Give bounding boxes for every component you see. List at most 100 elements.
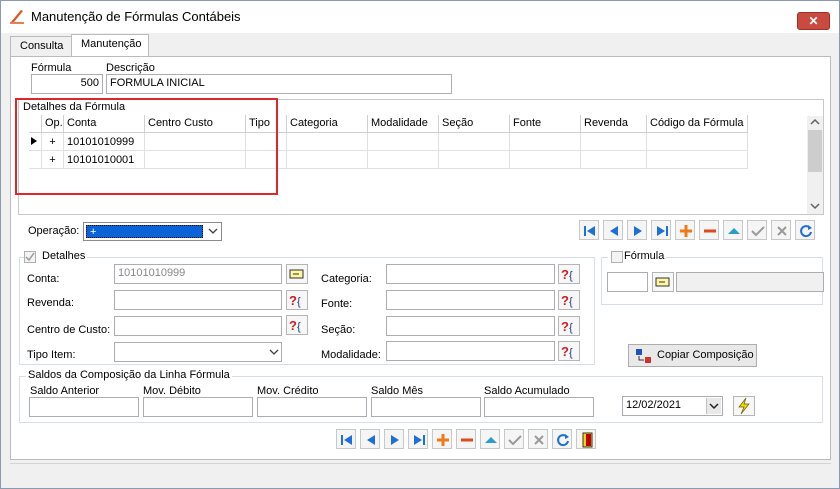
date-dropdown-button[interactable] xyxy=(706,398,721,414)
nav-first-button[interactable] xyxy=(336,429,356,449)
nav-first-icon xyxy=(341,435,352,445)
grid-header-codigo-formula[interactable]: Código da Fórmula xyxy=(647,115,748,133)
chevron-down-icon xyxy=(208,228,218,234)
mov-debito-label: Mov. Débito xyxy=(143,385,201,397)
refresh-saldos-button[interactable] xyxy=(733,396,755,416)
cell-modalidade xyxy=(368,133,439,151)
cell-codigo-formula xyxy=(647,133,748,151)
revenda-field[interactable] xyxy=(114,290,282,310)
nav-edit-button[interactable] xyxy=(723,220,743,240)
nav-delete-icon xyxy=(704,229,716,233)
formula-field[interactable]: 500 xyxy=(31,74,103,94)
conta-search-button[interactable] xyxy=(286,264,308,284)
nav-post-button[interactable] xyxy=(504,429,524,449)
chevron-down-icon xyxy=(269,349,279,355)
svg-text:?: ? xyxy=(561,293,569,308)
nav-next-button[interactable] xyxy=(627,220,647,240)
conta-field[interactable]: 10101010999 xyxy=(114,264,282,284)
saldo-mes-field[interactable] xyxy=(371,397,481,417)
nav-exit-icon xyxy=(582,432,593,448)
nav-post-button[interactable] xyxy=(747,220,767,240)
copy-composition-icon xyxy=(636,349,651,363)
grid-header-secao[interactable]: Seção xyxy=(439,115,510,133)
nav-cancel-button[interactable] xyxy=(528,429,548,449)
svg-text:?: ? xyxy=(289,293,297,308)
conta-label: Conta: xyxy=(27,273,60,285)
modalidade-label: Modalidade: xyxy=(321,349,381,361)
scroll-thumb[interactable] xyxy=(808,130,822,172)
tab-consulta-label: Consulta xyxy=(20,40,64,52)
nav-last-button[interactable] xyxy=(408,429,428,449)
centro-custo-field[interactable] xyxy=(114,316,282,336)
descricao-field[interactable]: FORMULA INICIAL xyxy=(106,74,452,94)
categoria-field[interactable] xyxy=(386,264,555,284)
date-picker[interactable]: 12/02/2021 xyxy=(622,396,723,416)
scroll-up-icon[interactable] xyxy=(807,116,823,128)
nav-delete-button[interactable] xyxy=(456,429,476,449)
nav-insert-button[interactable] xyxy=(675,220,695,240)
formula-search-button[interactable] xyxy=(652,272,674,292)
nav-edit-button[interactable] xyxy=(480,429,500,449)
tab-manutencao[interactable]: Manutenção xyxy=(71,34,149,57)
grid-header-categoria[interactable]: Categoria xyxy=(287,115,368,133)
nav-cancel-icon xyxy=(777,226,787,236)
revenda-lookup-button[interactable]: ?{ xyxy=(286,290,308,310)
nav-post-icon xyxy=(751,226,765,237)
tipo-item-select[interactable] xyxy=(114,342,282,362)
svg-text:{: { xyxy=(569,322,573,334)
date-value: 12/02/2021 xyxy=(626,399,682,411)
nav-next-button[interactable] xyxy=(384,429,404,449)
formula-checkbox[interactable] xyxy=(611,251,623,263)
categoria-lookup-button[interactable]: ?{ xyxy=(558,264,580,284)
svg-text:?: ? xyxy=(561,319,569,334)
grid-header-modalidade[interactable]: Modalidade xyxy=(368,115,439,133)
grid-header-fonte[interactable]: Fonte xyxy=(510,115,581,133)
modalidade-field[interactable] xyxy=(386,341,555,361)
nav-prior-button[interactable] xyxy=(360,429,380,449)
operacao-selected-value: + xyxy=(86,225,203,238)
chevron-down-icon xyxy=(709,403,719,410)
nav-refresh-icon xyxy=(557,434,569,447)
nav-refresh-button[interactable] xyxy=(795,220,815,240)
cell-fonte xyxy=(510,133,581,151)
saldo-anterior-field[interactable] xyxy=(29,397,139,417)
nav-refresh-button[interactable] xyxy=(552,429,572,449)
svg-text:{: { xyxy=(297,296,301,308)
nav-first-button[interactable] xyxy=(579,220,599,240)
operacao-select[interactable]: + xyxy=(83,222,222,241)
nav-last-button[interactable] xyxy=(651,220,671,240)
nav-insert-icon xyxy=(437,434,449,446)
nav-first-icon xyxy=(584,226,595,236)
nav-exit-button[interactable] xyxy=(576,429,596,449)
mov-credito-field[interactable] xyxy=(257,397,367,417)
saldo-acumulado-field[interactable] xyxy=(484,397,594,417)
modalidade-lookup-button[interactable]: ?{ xyxy=(558,341,580,361)
secao-field[interactable] xyxy=(386,316,555,336)
formula-code-field[interactable] xyxy=(607,272,648,292)
nav-post-icon xyxy=(508,435,522,446)
fonte-field[interactable] xyxy=(386,290,555,310)
tab-consulta[interactable]: Consulta xyxy=(10,36,72,56)
centro-custo-lookup-button[interactable]: ?{ xyxy=(286,315,308,335)
close-button[interactable]: ✕ xyxy=(797,12,830,30)
nav-cancel-icon xyxy=(534,435,544,445)
cell-revenda xyxy=(581,133,647,151)
grid-header-revenda[interactable]: Revenda xyxy=(581,115,647,133)
svg-text:{: { xyxy=(297,321,301,333)
copiar-composicao-button[interactable]: Copiar Composição xyxy=(628,344,757,367)
nav-edit-icon xyxy=(728,228,740,234)
nav-cancel-button[interactable] xyxy=(771,220,791,240)
secao-lookup-button[interactable]: ?{ xyxy=(558,316,580,336)
nav-last-icon xyxy=(414,435,425,445)
nav-prior-icon xyxy=(367,435,375,445)
nav-prior-button[interactable] xyxy=(603,220,623,240)
nav-last-icon xyxy=(657,226,668,236)
mov-debito-field[interactable] xyxy=(143,397,253,417)
grid-scrollbar[interactable] xyxy=(807,116,823,214)
fonte-lookup-button[interactable]: ?{ xyxy=(558,290,580,310)
nav-delete-button[interactable] xyxy=(699,220,719,240)
nav-insert-button[interactable] xyxy=(432,429,452,449)
detalhes-checkbox[interactable] xyxy=(24,251,36,263)
revenda-label: Revenda: xyxy=(27,297,75,309)
scroll-down-icon[interactable] xyxy=(807,200,823,212)
